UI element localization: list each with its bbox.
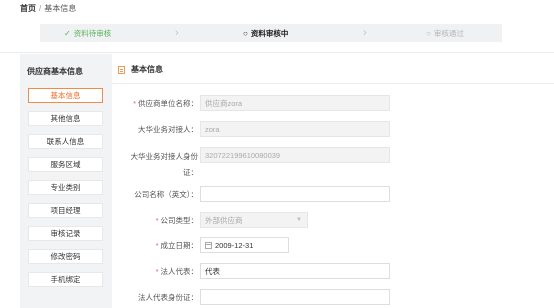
legal-rep-label: * 法人代表： <box>155 267 198 276</box>
contact-id-field[interactable]: 320722199610080039 <box>200 147 390 163</box>
founded-date-label: * 成立日期： <box>155 241 198 250</box>
divider <box>112 83 554 84</box>
supplier-name-label: * 供应商单位名称： <box>133 99 198 108</box>
contact-id-label: 大华业务对接人身份 <box>130 152 199 161</box>
breadcrumb-home[interactable]: 首页 <box>20 3 36 14</box>
section-header: 基本信息 <box>118 64 163 75</box>
section-title: 基本信息 <box>131 65 163 74</box>
company-type-label: * 公司类型： <box>155 216 198 225</box>
sidebar-item-service-area[interactable]: 服务区域 <box>28 157 103 172</box>
step-under-review: ○ 资料审核中 <box>243 24 288 42</box>
sidebar-item-contacts[interactable]: 联系人信息 <box>28 134 103 149</box>
progress-steps: ✓ 资料待审核 › ○ 资料审核中 › ○ 审核通过 <box>40 24 502 42</box>
legal-rep-id-input[interactable] <box>200 289 390 305</box>
check-circle-icon: ✓ <box>64 28 71 38</box>
contact-id-label-cont: 证： <box>183 168 198 177</box>
contact-person-label: 大华业务对接人： <box>138 125 198 134</box>
step-label: 审核通过 <box>433 28 464 38</box>
step-approved: ○ 审核通过 <box>426 24 464 42</box>
divider <box>0 52 554 53</box>
breadcrumb: 首页 / 基本信息 <box>20 2 76 14</box>
document-icon <box>118 65 125 74</box>
legal-rep-id-label: 法人代表身份证： <box>138 293 198 302</box>
sidebar-item-project-manager[interactable]: 项目经理 <box>28 203 103 218</box>
sidebar-item-change-password[interactable]: 修改密码 <box>28 249 103 264</box>
sidebar: 供应商基本信息 基本信息 其他信息 联系人信息 服务区域 专业类别 项目经理 审… <box>20 54 112 308</box>
sidebar-item-category[interactable]: 专业类别 <box>28 180 103 195</box>
sidebar-item-phone-binding[interactable]: 手机绑定 <box>28 272 103 287</box>
company-en-label: 公司名称（英文）： <box>134 190 198 199</box>
sidebar-item-basic-info[interactable]: 基本信息 <box>28 88 103 103</box>
chevron-down-icon: ▼ <box>296 217 302 223</box>
sidebar-title: 供应商基本信息 <box>27 67 83 76</box>
chevron-right-icon: › <box>175 27 179 39</box>
calendar-icon <box>205 241 212 249</box>
founded-date-picker[interactable]: 2009-12-31 <box>200 237 289 253</box>
contact-person-field[interactable]: zora <box>200 121 390 137</box>
supplier-name-field[interactable]: 供应商zora <box>200 95 390 111</box>
sidebar-item-other-info[interactable]: 其他信息 <box>28 111 103 126</box>
breadcrumb-current: 基本信息 <box>44 3 77 13</box>
circle-icon: ○ <box>426 28 431 38</box>
circle-icon: ○ <box>243 28 248 38</box>
company-en-input[interactable] <box>200 186 390 202</box>
step-label: 资料待审核 <box>73 28 112 38</box>
breadcrumb-separator: / <box>39 3 42 13</box>
step-pending-review: ✓ 资料待审核 <box>64 24 111 42</box>
legal-rep-input[interactable]: 代表 <box>200 263 390 279</box>
sidebar-item-review-records[interactable]: 审核记录 <box>28 226 103 241</box>
step-label: 资料审核中 <box>250 28 289 38</box>
company-type-select[interactable]: 外部供应商 ▼ <box>200 212 308 228</box>
chevron-right-icon: › <box>363 27 367 39</box>
